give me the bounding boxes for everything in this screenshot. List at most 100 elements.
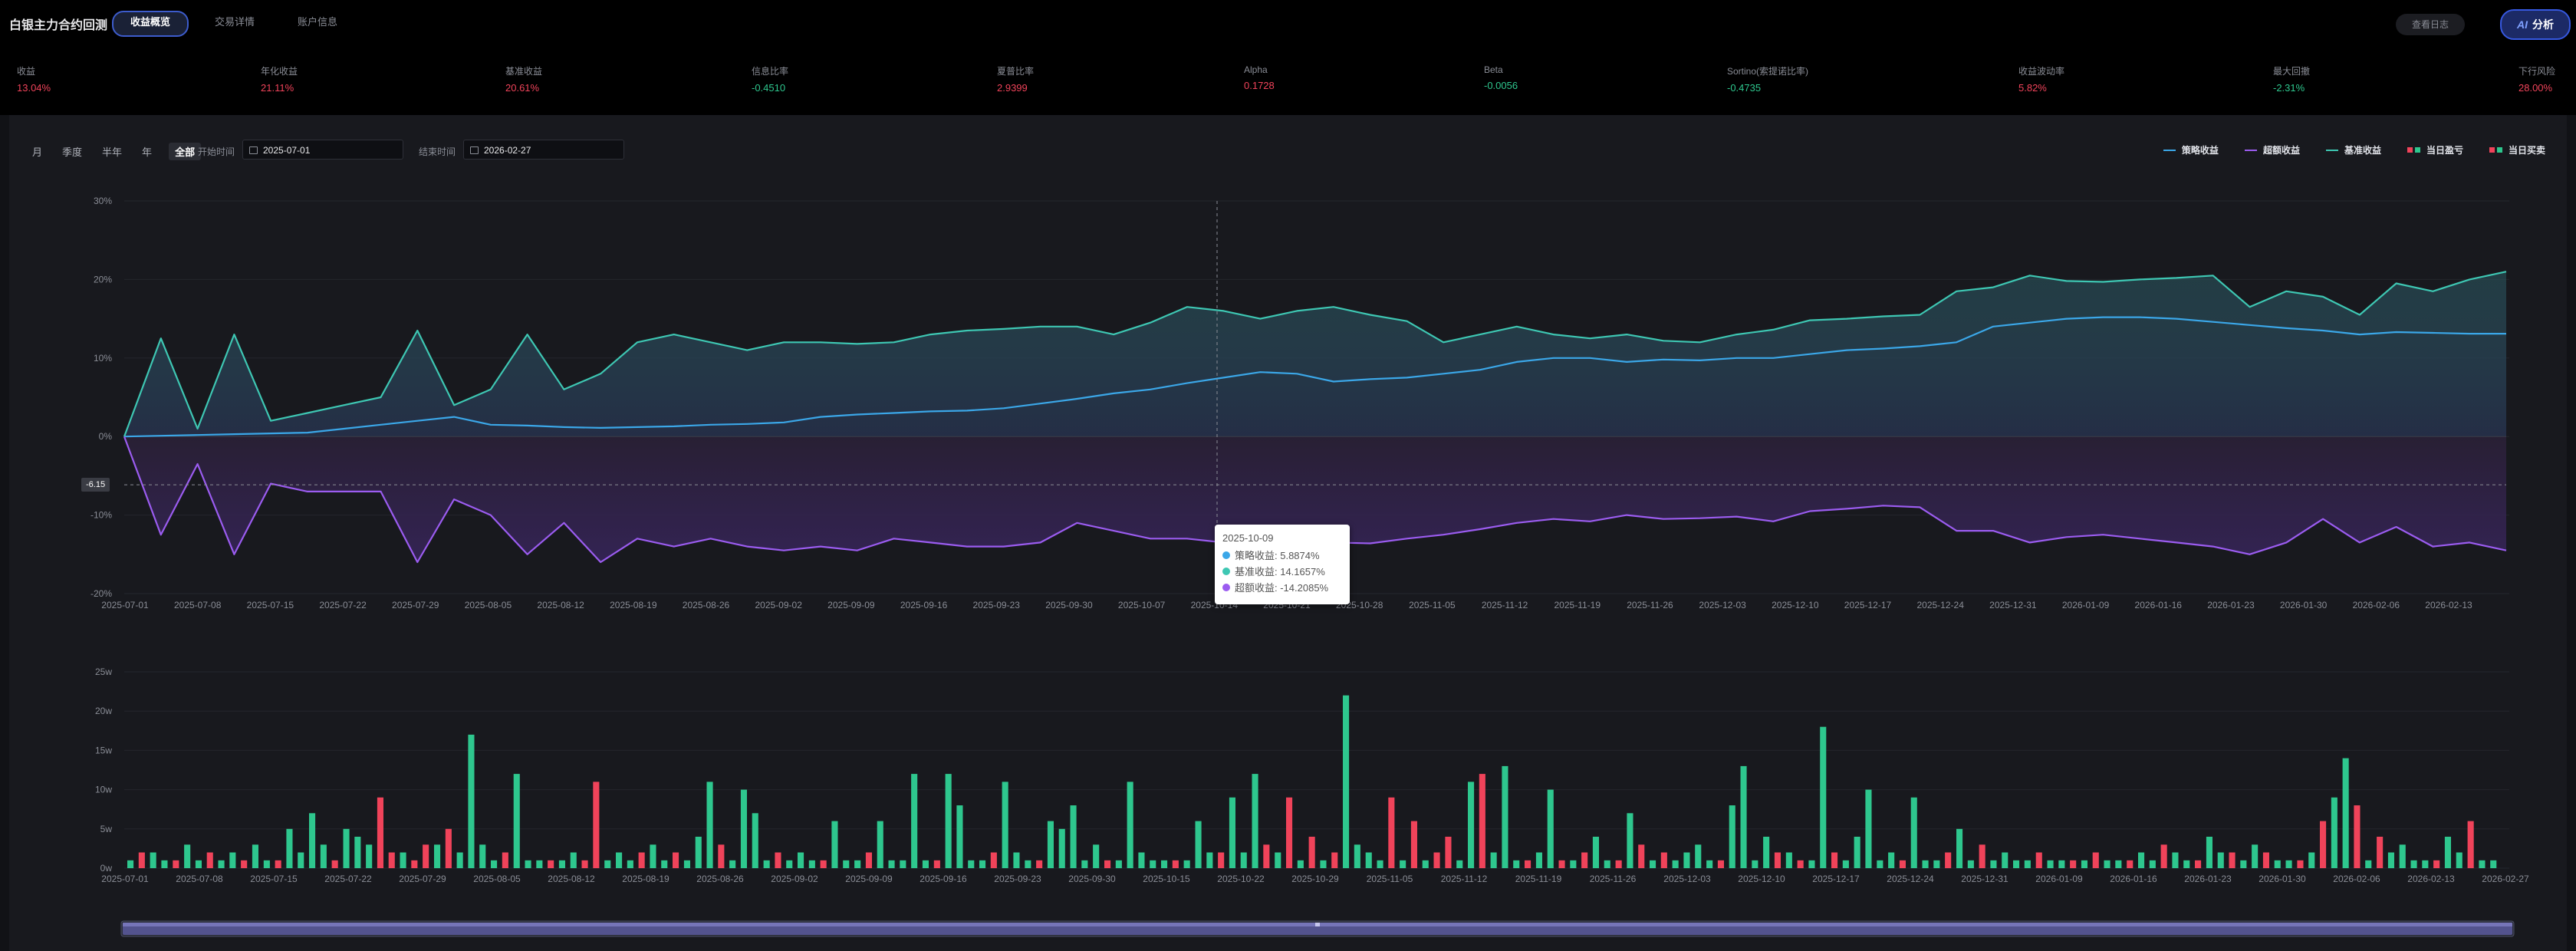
- bar: [2252, 844, 2259, 868]
- x-tick-label: 2026-01-16: [2135, 600, 2183, 610]
- bar: [1956, 828, 1963, 868]
- bar: [729, 860, 736, 868]
- bar: [990, 852, 997, 868]
- bar: [1854, 837, 1860, 868]
- slider-grip-icon[interactable]: [1315, 923, 1320, 926]
- x-tick-label: 2025-07-29: [392, 600, 439, 610]
- x-tick-label: 2025-11-26: [1590, 874, 1637, 884]
- bar: [1183, 860, 1190, 868]
- bar: [1979, 844, 1985, 868]
- tooltip-row-label: 策略收益: 5.8874%: [1235, 550, 1320, 561]
- y-tick-label: -20%: [90, 588, 112, 599]
- bar: [263, 860, 270, 868]
- x-tick-label: 2025-09-23: [994, 874, 1041, 884]
- x-tick-label: 2025-07-01: [101, 874, 149, 884]
- x-tick-label: 2025-10-22: [1217, 874, 1265, 884]
- y-tick-label: 0w: [100, 863, 113, 874]
- bar: [1535, 852, 1542, 868]
- x-tick-label: 2025-07-22: [324, 874, 372, 884]
- y-tick-label: 20%: [94, 274, 112, 285]
- bar: [1013, 852, 1020, 868]
- bar: [1525, 860, 1531, 868]
- bar: [2433, 860, 2440, 868]
- bar: [2399, 844, 2406, 868]
- bar: [1036, 860, 1043, 868]
- bar: [740, 789, 747, 868]
- bar: [1331, 852, 1338, 868]
- bar: [2308, 852, 2315, 868]
- bar: [1650, 860, 1656, 868]
- bar: [1263, 844, 1270, 868]
- bar: [1910, 797, 1917, 868]
- bar: [456, 852, 463, 868]
- bar: [138, 852, 145, 868]
- bar: [2377, 837, 2384, 868]
- bar: [1150, 860, 1156, 868]
- bar: [1479, 774, 1485, 868]
- x-tick-label: 2025-07-15: [247, 600, 294, 610]
- bar: [1388, 797, 1395, 868]
- y-tick-label: 25w: [95, 666, 112, 677]
- bar: [1138, 852, 1145, 868]
- tooltip-row: 基准收益: 14.1657%: [1222, 563, 1342, 579]
- bar: [1865, 789, 1872, 868]
- bar: [638, 852, 645, 868]
- bar: [2456, 852, 2462, 868]
- bar: [922, 860, 929, 868]
- bar: [2206, 837, 2212, 868]
- bar: [1308, 837, 1315, 868]
- benchmark-area: [124, 271, 2506, 437]
- x-tick-label: 2025-11-26: [1627, 600, 1673, 610]
- x-tick-label: 2025-11-12: [1441, 874, 1488, 884]
- bar: [173, 860, 179, 868]
- series-dot-icon: [1222, 567, 1230, 575]
- bar: [1922, 860, 1929, 868]
- bar: [1627, 813, 1633, 868]
- bar: [298, 852, 304, 868]
- bar: [2160, 844, 2167, 868]
- bar: [2002, 852, 2008, 868]
- bar: [252, 844, 258, 868]
- bar: [1570, 860, 1577, 868]
- bar: [1706, 860, 1713, 868]
- bar: [150, 852, 156, 868]
- bar: [1218, 852, 1225, 868]
- x-tick-label: 2025-11-05: [1367, 874, 1413, 884]
- bar: [1240, 852, 1247, 868]
- bar: [1058, 828, 1065, 868]
- bar: [763, 860, 770, 868]
- x-tick-label: 2025-08-12: [548, 874, 595, 884]
- daily-pnl-bar-chart[interactable]: 25w 20w 15w 10w 5w 0w2025-07-01 2025-07-08 2025…: [95, 666, 2529, 884]
- series-dot-icon: [1222, 583, 1230, 591]
- x-tick-label: 2025-12-31: [1989, 600, 2037, 610]
- bar: [1252, 774, 1258, 868]
- x-tick-label: 2025-12-10: [1738, 874, 1785, 884]
- bar: [865, 852, 872, 868]
- bar: [718, 844, 725, 868]
- range-slider[interactable]: [120, 920, 2515, 937]
- x-tick-label: 2025-10-29: [1291, 874, 1339, 884]
- bar: [2092, 852, 2099, 868]
- bar: [2138, 852, 2145, 868]
- bar: [2467, 821, 2474, 868]
- x-tick-label: 2026-01-09: [2035, 874, 2083, 884]
- bar: [1558, 860, 1565, 868]
- series-dot-icon: [1222, 551, 1230, 559]
- bar: [2024, 860, 2031, 868]
- bar: [423, 844, 429, 868]
- bar: [2354, 805, 2361, 868]
- bar: [831, 821, 838, 868]
- bar: [479, 844, 486, 868]
- bar: [593, 782, 600, 868]
- y-tick-label: 20w: [95, 706, 112, 716]
- bar: [2172, 852, 2179, 868]
- bar: [548, 860, 554, 868]
- bar: [434, 844, 441, 868]
- bar: [1104, 860, 1111, 868]
- bar: [2195, 860, 2202, 868]
- x-tick-label: 2026-01-30: [2259, 874, 2306, 884]
- x-tick-label: 2026-02-06: [2353, 600, 2400, 610]
- bar: [2229, 852, 2235, 868]
- tooltip-date: 2025-10-09: [1222, 532, 1274, 544]
- bar: [2342, 758, 2349, 868]
